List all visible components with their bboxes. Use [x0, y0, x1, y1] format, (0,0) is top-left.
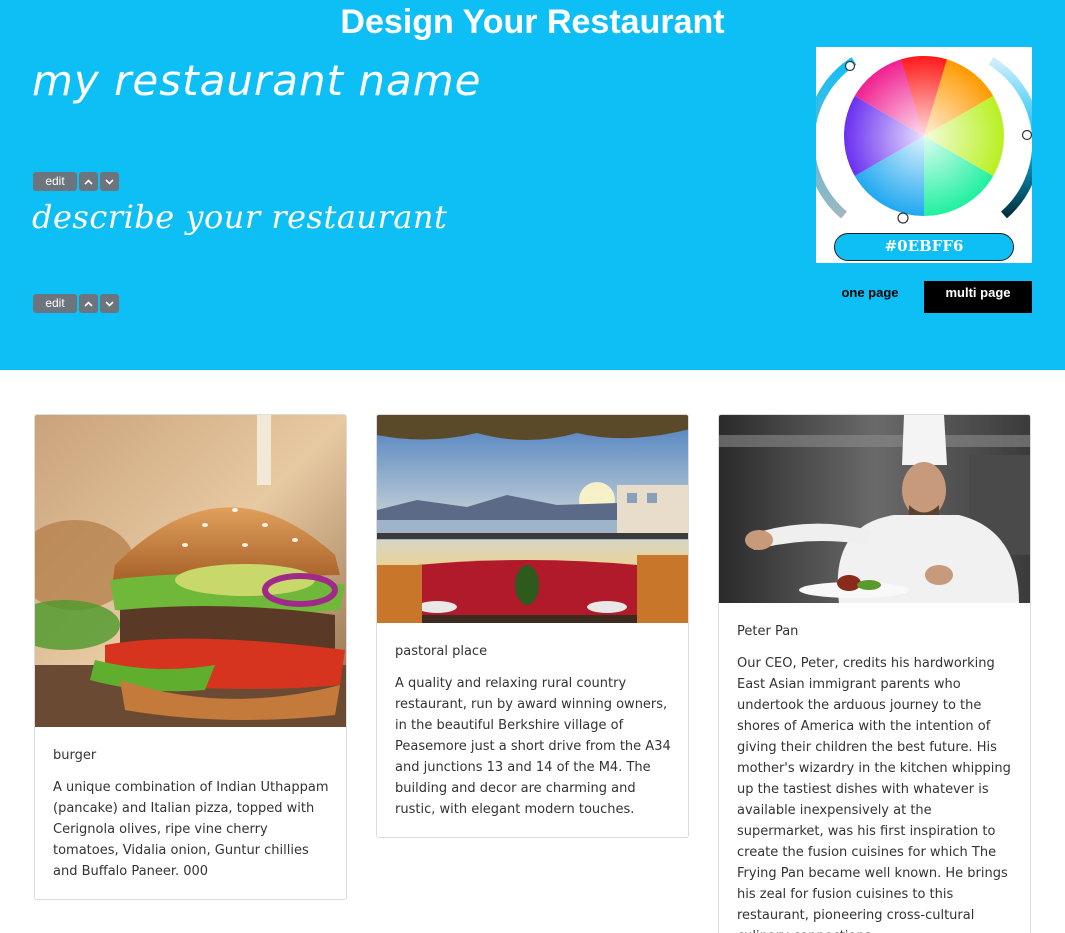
edit-name-button[interactable]: edit [33, 172, 77, 191]
page-title: Design Your Restaurant [340, 3, 725, 41]
one-page-button[interactable]: one page [836, 281, 904, 312]
hue-wheel[interactable] [824, 47, 1024, 236]
chevron-up-icon [84, 178, 93, 185]
restaurant-description[interactable]: describe your restaurant [32, 198, 447, 236]
hex-color-input[interactable]: #0EBFF6 [834, 233, 1014, 261]
color-wheel[interactable] [816, 47, 1032, 263]
name-controls: edit [33, 172, 119, 191]
card-title: burger [53, 748, 97, 763]
move-name-up-button[interactable] [79, 172, 98, 191]
card-title: Peter Pan [737, 624, 799, 639]
color-picker[interactable]: #0EBFF6 [816, 47, 1032, 263]
chevron-down-icon [105, 178, 114, 185]
card-description: A quality and relaxing rural country res… [395, 676, 671, 817]
chevron-up-icon [84, 300, 93, 307]
picker-handle[interactable] [1021, 129, 1032, 141]
move-name-down-button[interactable] [100, 172, 119, 191]
header-banner: Design Your Restaurant my restaurant nam… [0, 0, 1065, 370]
move-description-down-button[interactable] [100, 294, 119, 313]
edit-description-button[interactable]: edit [33, 294, 77, 313]
card-description: Our CEO, Peter, credits his hardworking … [737, 656, 1011, 933]
menu-card[interactable]: burger A unique combination of Indian Ut… [34, 414, 347, 900]
card-title: pastoral place [395, 644, 488, 659]
chef-image [719, 415, 1030, 603]
restaurant-name[interactable]: my restaurant name [32, 56, 481, 105]
menu-card[interactable]: Peter Pan Our CEO, Peter, credits his ha… [718, 414, 1031, 933]
burger-image [35, 415, 346, 727]
chevron-down-icon [105, 300, 114, 307]
menu-card[interactable]: pastoral place A quality and relaxing ru… [376, 414, 689, 838]
picker-handle[interactable] [844, 60, 856, 72]
restaurant-terrace-image [377, 415, 688, 623]
description-controls: edit [33, 294, 119, 313]
move-description-up-button[interactable] [79, 294, 98, 313]
card-description: A unique combination of Indian Uthappam … [53, 780, 329, 879]
picker-handle[interactable] [897, 212, 909, 224]
multi-page-button[interactable]: multi page [924, 281, 1032, 313]
